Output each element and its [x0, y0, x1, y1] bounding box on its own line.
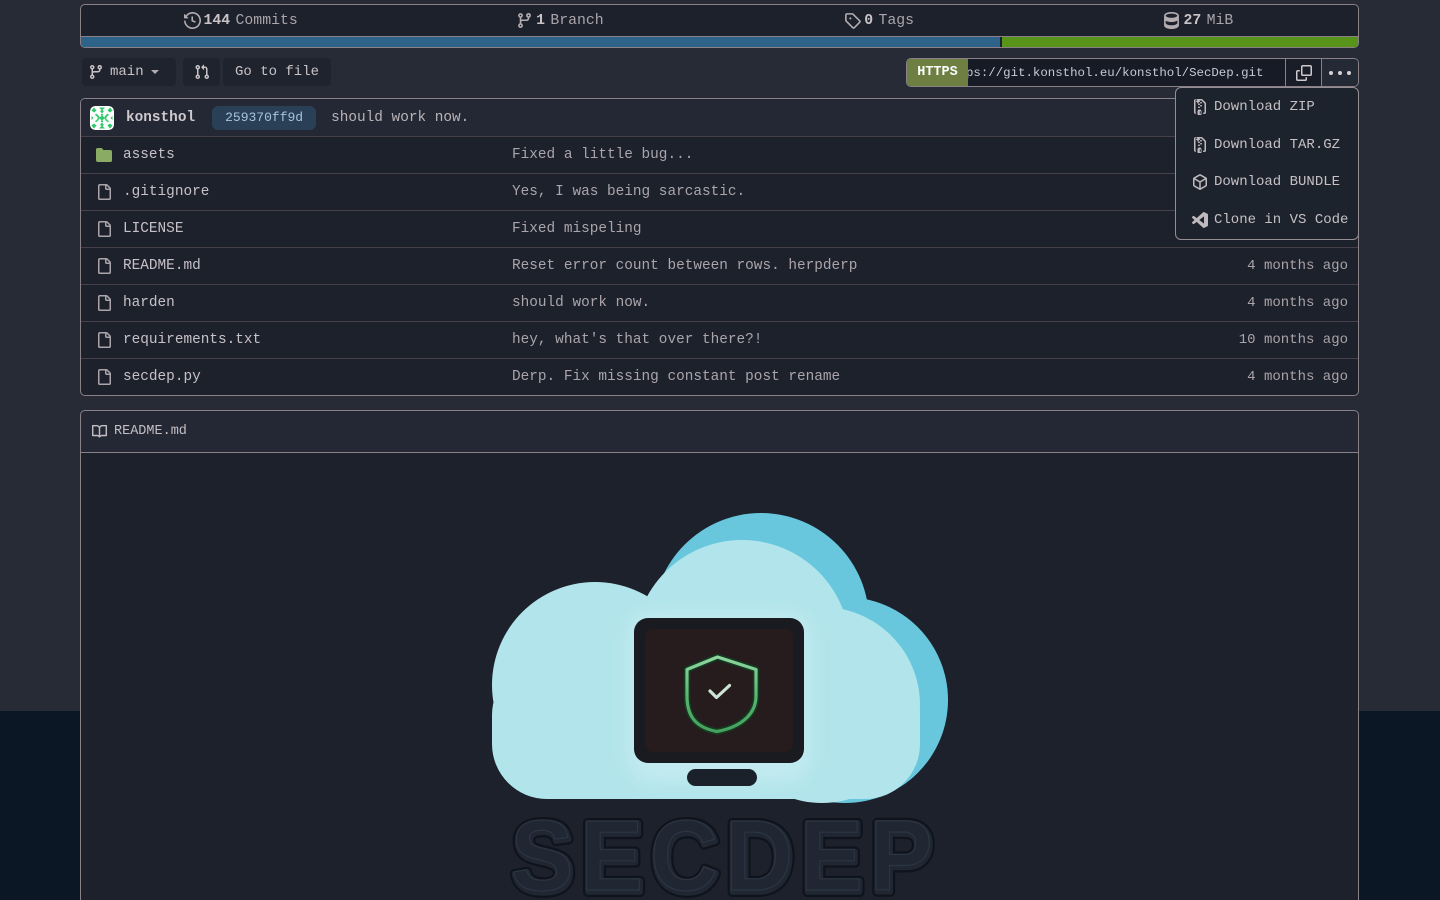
svg-text:SECDEP: SECDEP — [511, 799, 940, 900]
